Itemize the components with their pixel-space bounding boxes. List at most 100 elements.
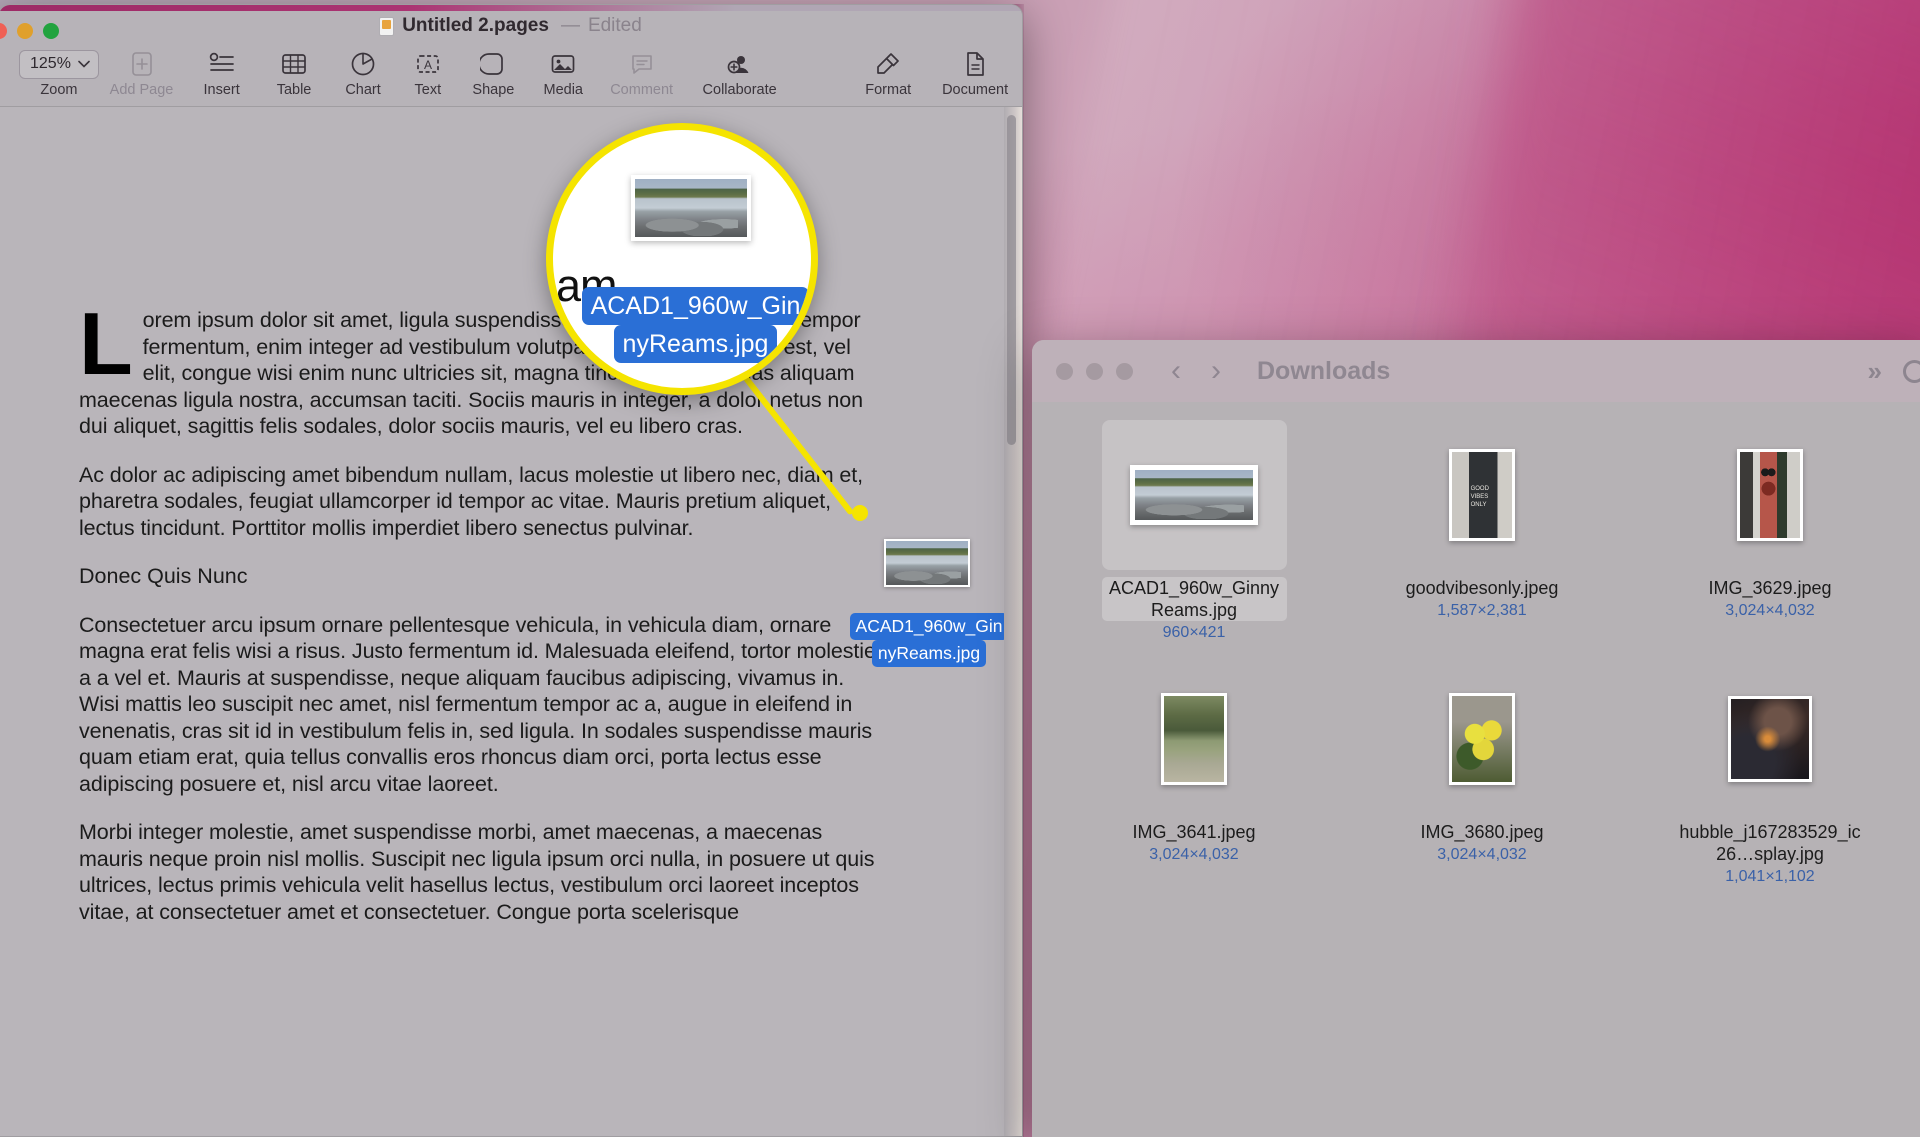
finder-traffic-lights[interactable] bbox=[1056, 362, 1133, 380]
thumbnail-container bbox=[1728, 664, 1812, 814]
goodvibes-image bbox=[1452, 452, 1512, 538]
toolbar-label-shape: Shape bbox=[472, 82, 515, 98]
toolbar-collaborate[interactable]: Collaborate bbox=[685, 41, 794, 98]
shape-icon bbox=[480, 49, 506, 79]
finder-folder-title: Downloads bbox=[1257, 356, 1391, 385]
drag-filename-badge: ACAD1_960w_Gin nyReams.jpg bbox=[849, 613, 1009, 667]
toolbar-chart[interactable]: Chart bbox=[329, 41, 397, 98]
file-dimensions: 3,024×4,032 bbox=[1149, 846, 1239, 863]
vertical-scrollbar[interactable] bbox=[1007, 115, 1016, 445]
finder-navigation[interactable]: ‹ › bbox=[1171, 356, 1221, 386]
file-dimensions: 960×421 bbox=[1162, 624, 1226, 641]
thumbnail-container bbox=[1449, 420, 1515, 570]
pages-window[interactable]: Untitled 2.pages — Edited 125% Zoom Add … bbox=[0, 4, 1023, 1137]
toolbar-table[interactable]: Table bbox=[259, 41, 329, 98]
toolbar-label-table: Table bbox=[276, 82, 312, 98]
toolbar-zoom[interactable]: 125% Zoom bbox=[19, 41, 99, 98]
toolbar-insert[interactable]: Insert bbox=[184, 41, 259, 98]
magnified-image-thumbnail bbox=[631, 175, 751, 241]
pages-document-icon bbox=[379, 16, 395, 36]
toolbar-add-page[interactable]: Add Page bbox=[99, 41, 184, 98]
toolbar-shape[interactable]: Shape bbox=[458, 41, 528, 98]
drag-filename-line-2: nyReams.jpg bbox=[871, 640, 987, 667]
finder-item-img-3680[interactable]: IMG_3680.jpeg 3,024×4,032 bbox=[1338, 664, 1626, 886]
toolbar-comment[interactable]: Comment bbox=[598, 41, 685, 98]
toolbar-label-comment: Comment bbox=[610, 82, 674, 98]
finder-toolbar-right[interactable]: » bbox=[1868, 340, 1920, 402]
zoom-select[interactable]: 125% bbox=[19, 49, 99, 79]
document-title: Untitled 2.pages bbox=[402, 15, 549, 36]
file-name: hubble_j167283529_ic26…splay.jpg bbox=[1679, 822, 1861, 864]
search-icon[interactable] bbox=[1903, 359, 1920, 383]
magnifier-callout: am ACAD1_960w_Gin nyReams.jpg bbox=[546, 123, 818, 395]
toolbar-document[interactable]: Document bbox=[928, 41, 1022, 98]
file-dimensions: 3,024×4,032 bbox=[1437, 846, 1527, 863]
callout-endpoint-dot bbox=[852, 505, 868, 521]
thumbnail-container bbox=[1101, 420, 1287, 570]
paragraph-3: Consectetuer arcu ipsum ornare pellentes… bbox=[79, 612, 882, 796]
finder-item-acad1[interactable]: ACAD1_960w_GinnyReams.jpg 960×421 bbox=[1050, 420, 1338, 642]
file-dimensions: 3,024×4,032 bbox=[1725, 602, 1815, 619]
file-thumbnail-goodvibes bbox=[1449, 449, 1515, 541]
finder-file-grid-area[interactable]: ACAD1_960w_GinnyReams.jpg 960×421 good vi… bbox=[1032, 402, 1920, 1137]
document-icon bbox=[963, 49, 987, 79]
finder-titlebar[interactable]: ‹ › Downloads » bbox=[1032, 340, 1920, 402]
finder-item-goodvibesonly[interactable]: goodvibesonly.jpeg 1,587×2,381 bbox=[1338, 420, 1626, 642]
document-canvas[interactable]: Lorem ipsum dolor sit amet, ligula suspe… bbox=[0, 107, 1022, 1136]
toolbar-label-add-page: Add Page bbox=[109, 82, 174, 98]
chart-icon bbox=[350, 49, 376, 79]
chevron-left-icon[interactable]: ‹ bbox=[1171, 356, 1181, 386]
finder-item-img-3629[interactable]: IMG_3629.jpeg 3,024×4,032 bbox=[1626, 420, 1914, 642]
finder-item-img-3641[interactable]: IMG_3641.jpeg 3,024×4,032 bbox=[1050, 664, 1338, 886]
chevron-right-icon[interactable]: › bbox=[1211, 356, 1221, 386]
finder-zoom-button[interactable] bbox=[1116, 362, 1133, 380]
finder-minimize-button[interactable] bbox=[1086, 362, 1103, 380]
paragraph-2: Ac dolor ac adipiscing amet bibendum nul… bbox=[79, 462, 864, 540]
title-separator: — bbox=[560, 15, 580, 36]
file-thumbnail-img3641 bbox=[1161, 693, 1227, 785]
finder-close-button[interactable] bbox=[1056, 362, 1073, 380]
add-page-icon bbox=[130, 49, 154, 79]
svg-text:A: A bbox=[424, 58, 432, 72]
finder-window[interactable]: ‹ › Downloads » ACAD1_960w_GinnyReams.jp… bbox=[1032, 340, 1920, 1137]
toolbar-format[interactable]: Format bbox=[848, 41, 928, 98]
file-name: goodvibesonly.jpeg bbox=[1405, 578, 1559, 598]
img3680-image bbox=[1452, 696, 1512, 782]
img3641-image bbox=[1164, 696, 1224, 782]
table-icon bbox=[281, 49, 307, 79]
edited-status: Edited bbox=[587, 15, 642, 36]
toolbar-media[interactable]: Media bbox=[528, 41, 598, 98]
file-thumbnail-img3629 bbox=[1737, 449, 1803, 541]
lake-image bbox=[1135, 470, 1253, 520]
file-thumbnail-img3680 bbox=[1449, 693, 1515, 785]
page-sheet[interactable]: Lorem ipsum dolor sit amet, ligula suspe… bbox=[0, 107, 1009, 1136]
finder-item-hubble[interactable]: hubble_j167283529_ic26…splay.jpg 1,041×1… bbox=[1626, 664, 1914, 886]
window-title-group: Untitled 2.pages — Edited bbox=[0, 15, 1022, 37]
comment-icon bbox=[630, 49, 654, 79]
toolbar-label-format: Format bbox=[865, 82, 912, 98]
thumbnail-container bbox=[1449, 664, 1515, 814]
toolbar-label-document: Document bbox=[942, 82, 1009, 98]
file-dimensions: 1,587×2,381 bbox=[1437, 602, 1527, 619]
chevron-down-icon bbox=[78, 60, 90, 68]
toolbar-label-insert: Insert bbox=[203, 82, 240, 98]
media-icon bbox=[550, 49, 576, 79]
file-name: IMG_3629.jpeg bbox=[1708, 578, 1832, 598]
drop-cap: L bbox=[79, 294, 133, 393]
toolbar-text[interactable]: A Text bbox=[397, 41, 458, 98]
double-chevron-icon[interactable]: » bbox=[1868, 356, 1883, 387]
finder-file-grid[interactable]: ACAD1_960w_GinnyReams.jpg 960×421 good vi… bbox=[1032, 420, 1920, 886]
drag-filename-line-1: ACAD1_960w_Gin bbox=[849, 613, 1009, 640]
dragged-image-preview[interactable] bbox=[884, 539, 970, 587]
zoom-value: 125% bbox=[30, 55, 71, 72]
file-name: IMG_3680.jpeg bbox=[1420, 822, 1544, 842]
pages-toolbar[interactable]: 125% Zoom Add Page Insert Table Chart A … bbox=[0, 41, 1022, 107]
img3629-image bbox=[1740, 452, 1800, 538]
toolbar-label-media: Media bbox=[543, 82, 584, 98]
thumbnail-container bbox=[1161, 664, 1227, 814]
heading-donec-quis-nunc: Donec Quis Nunc bbox=[79, 564, 248, 588]
zoom-control[interactable]: 125% bbox=[19, 49, 99, 79]
file-thumbnail-hubble bbox=[1728, 696, 1812, 782]
thumbnail-container bbox=[1737, 420, 1803, 570]
magnified-filename-line-1: ACAD1_960w_Gin bbox=[581, 287, 810, 325]
